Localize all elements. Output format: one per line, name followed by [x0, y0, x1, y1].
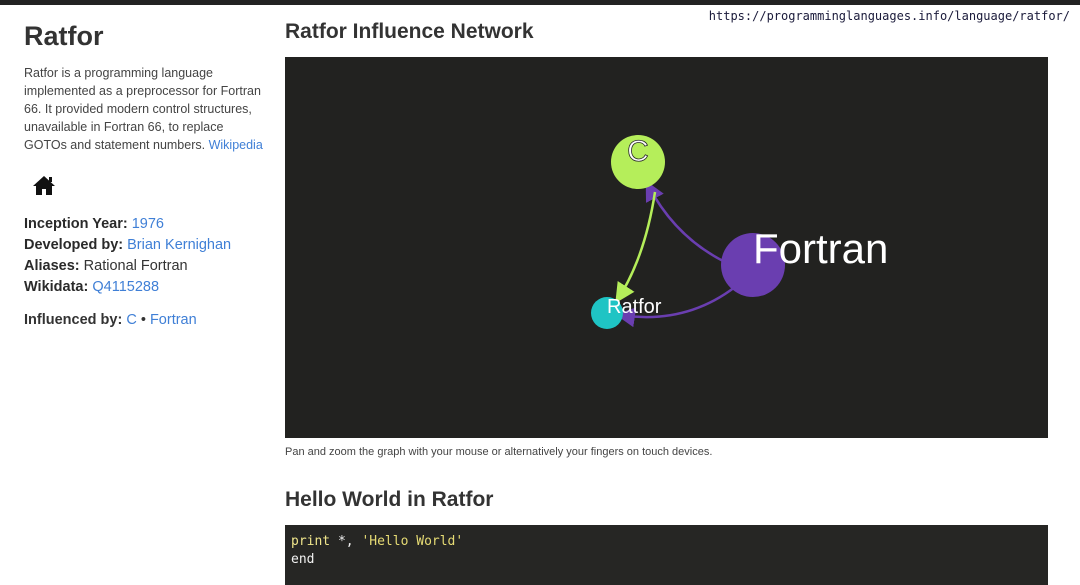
node-label-c: C [627, 135, 649, 168]
language-description: Ratfor is a programming language impleme… [24, 64, 264, 154]
aliases-label: Aliases: [24, 258, 80, 274]
developer-row: Developed by: Brian Kernighan [24, 235, 264, 256]
code-args: *, [330, 534, 362, 549]
developer-link[interactable]: Brian Kernighan [127, 237, 231, 253]
top-bar [0, 0, 1080, 5]
code-string: 'Hello World' [361, 534, 464, 549]
code-keyword: print [291, 534, 331, 549]
node-label-fortran: Fortran [753, 225, 888, 272]
inception-year-link[interactable]: 1976 [132, 216, 164, 232]
developer-label: Developed by: [24, 237, 124, 253]
language-facts: Inception Year: 1976 Developed by: Brian… [24, 214, 264, 298]
wikidata-label: Wikidata: [24, 279, 89, 295]
page-title: Ratfor [24, 21, 104, 51]
home-icon[interactable] [32, 174, 56, 196]
graph-caption: Pan and zoom the graph with your mouse o… [285, 446, 713, 458]
influenced-label: Influenced by: [24, 312, 123, 328]
edge-c-to-ratfor [615, 191, 657, 304]
wikidata-link[interactable]: Q4115288 [92, 279, 159, 295]
influence-graph[interactable]: C Fortran Ratfor [285, 57, 1048, 438]
code-line-2: end [291, 552, 315, 567]
edge-fortran-to-c [645, 180, 726, 264]
wikidata-row: Wikidata: Q4115288 [24, 277, 264, 298]
home-icon-graphic [33, 176, 55, 195]
influence-graph-svg[interactable]: C Fortran Ratfor [285, 57, 1048, 438]
node-label-ratfor: Ratfor [607, 296, 662, 318]
influenced-link-c[interactable]: C [126, 312, 136, 328]
graph-heading: Ratfor Influence Network [285, 20, 534, 43]
main-content: Ratfor Influence Network C Fortran Ratfo… [285, 18, 1048, 585]
sidebar: Ratfor Ratfor is a programming language … [24, 18, 264, 328]
inception-row: Inception Year: 1976 [24, 214, 264, 235]
code-block: print *, 'Hello World' end [285, 525, 1048, 585]
inception-label: Inception Year: [24, 216, 128, 232]
wikipedia-link[interactable]: Wikipedia [209, 138, 263, 152]
aliases-row: Aliases: Rational Fortran [24, 256, 264, 277]
aliases-value: Rational Fortran [83, 258, 188, 274]
hello-world-heading: Hello World in Ratfor [285, 488, 494, 511]
code-line-1: print *, 'Hello World' [291, 533, 1042, 551]
influenced-link-fortran[interactable]: Fortran [150, 312, 197, 328]
influenced-separator: • [140, 312, 146, 328]
influenced-by-row: Influenced by: C • Fortran [24, 312, 264, 328]
